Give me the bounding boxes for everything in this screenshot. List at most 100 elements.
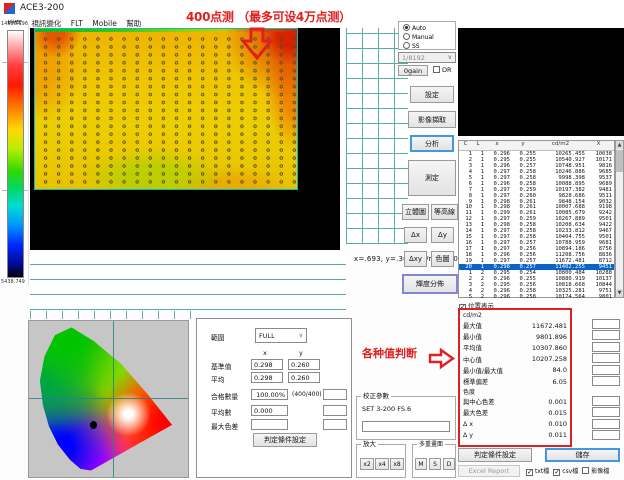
measurement-table[interactable]: C L x y cd/m2 X 110.2960.25510265.455100… xyxy=(458,140,615,298)
avgnum-judge-box xyxy=(323,405,347,416)
menu-mobile[interactable]: Mobile xyxy=(92,19,117,28)
radio-manual[interactable]: Manual xyxy=(403,33,455,42)
measure-button[interactable]: 測定 xyxy=(408,160,456,196)
judge-result-box xyxy=(592,330,620,340)
calibration-title: 校正參數 xyxy=(361,393,391,400)
radio-manual-icon[interactable] xyxy=(403,33,410,40)
results-panel: cd/m2 最大值11672.481 最小值9801.896 平均值10307.… xyxy=(458,308,572,447)
delta-x-label: Δ x xyxy=(463,421,473,428)
range-panel: 範圍 FULL∨ x y 基準值 0.298 0.260 平均 0.298 0.… xyxy=(196,318,352,478)
app-icon xyxy=(4,3,15,14)
image-capture-button[interactable]: 影像擷取 xyxy=(408,111,456,128)
luminance-distribution-button[interactable]: 輝度分佈 xyxy=(402,274,458,294)
scroll-up-icon[interactable]: ▲ xyxy=(616,141,623,149)
zoom-x4-button[interactable]: x4 xyxy=(375,458,389,470)
col-y: y xyxy=(510,141,536,150)
table-scrollbar[interactable]: ▲ ▼ xyxy=(615,140,624,298)
table-cell: 5 xyxy=(459,294,472,300)
multi-m-button[interactable]: M xyxy=(415,458,427,470)
delta-y-value: 0.011 xyxy=(548,431,567,439)
analyze-button[interactable]: 分析 xyxy=(410,135,454,152)
maxdiff-label: 最大色差 xyxy=(211,421,238,431)
delta-xy-button[interactable]: Δxy xyxy=(404,251,427,267)
judge-condition-button[interactable]: 判定條件設定 xyxy=(458,448,532,462)
image-file-checkbox[interactable]: 影像檔 xyxy=(582,466,609,476)
scale-max-value: 14536.196 xyxy=(1,21,28,27)
radio-auto-icon[interactable] xyxy=(403,24,410,31)
radio-ss-icon[interactable] xyxy=(403,42,410,49)
max-cdiff-label: 最大色差 xyxy=(463,408,488,417)
luminance-section-label: cd/m2 xyxy=(463,311,567,320)
excel-report-button: Excel Report xyxy=(458,465,520,477)
settings-button[interactable]: 設定 xyxy=(410,86,454,103)
average-y-field[interactable]: 0.260 xyxy=(288,372,320,383)
calibration-preset: SET 3-200 FS.6 xyxy=(362,405,411,413)
table-cell: 0.296 xyxy=(484,294,510,300)
menu-flt[interactable]: FLT xyxy=(71,19,83,28)
radio-auto-label: Auto xyxy=(412,25,426,32)
radio-auto[interactable]: Auto xyxy=(403,24,455,33)
reference-x-field[interactable]: 0.298 xyxy=(251,359,283,370)
magnify-group: 放大 x2 x4 x8 xyxy=(356,444,406,478)
chevron-down-icon: ∨ xyxy=(299,332,303,339)
col-l: L xyxy=(472,141,484,150)
col-x: x xyxy=(484,141,510,150)
scroll-down-icon[interactable]: ▼ xyxy=(616,289,623,297)
judge-box-stack-lum xyxy=(592,319,620,387)
txt-file-checkbox[interactable]: txt檔 xyxy=(526,466,549,476)
dr-checkbox-icon[interactable] xyxy=(433,66,440,73)
cie-horseshoe-diagram xyxy=(34,323,184,475)
judge-box-stack-chroma xyxy=(592,396,620,442)
camera-preview xyxy=(458,28,624,136)
table-header: C L x y cd/m2 X xyxy=(459,141,614,151)
range-select-value: FULL xyxy=(259,332,275,340)
pass-percent-field: 100.00% xyxy=(251,389,288,400)
measurement-table-body: 110.2960.25510265.45510038210.2950.25510… xyxy=(459,151,614,299)
reference-y-field[interactable]: 0.260 xyxy=(288,359,320,370)
multi-screen-title: 多重畫面 xyxy=(417,441,445,448)
save-button[interactable]: 儲存 xyxy=(545,448,620,462)
radio-ss[interactable]: SS xyxy=(403,42,455,51)
scrollbar-thumb[interactable] xyxy=(616,150,623,172)
calibration-field[interactable] xyxy=(362,421,450,432)
down-arrow-icon xyxy=(240,27,274,60)
txt-checkbox-icon[interactable] xyxy=(526,469,533,476)
judge-result-box xyxy=(592,353,620,363)
contour-button[interactable]: 等高線 xyxy=(431,204,458,220)
table-cell: 0.258 xyxy=(510,294,536,300)
maxdiff-field[interactable] xyxy=(251,419,288,430)
colormap-button[interactable]: 色圖 xyxy=(431,251,454,267)
judge-result-box xyxy=(592,319,620,329)
zero-gain-button[interactable]: 0gain xyxy=(398,65,428,76)
table-row[interactable]: 520.2960.25810174.5649801 xyxy=(459,294,614,300)
zoom-x8-button[interactable]: x8 xyxy=(390,458,404,470)
stddev-value: 6.05 xyxy=(553,378,567,386)
multi-s-button[interactable]: S xyxy=(429,458,441,470)
dr-checkbox[interactable]: DR xyxy=(433,66,452,74)
chevron-down-icon: ∨ xyxy=(448,54,452,61)
avg-label: 平均值 xyxy=(463,343,482,352)
stereo-view-button[interactable]: 立體圖 xyxy=(402,204,429,220)
avgnum-field[interactable]: 0.000 xyxy=(251,405,288,416)
cie-chromaticity-panel xyxy=(28,320,189,478)
col-c: C xyxy=(459,141,472,150)
csv-file-checkbox[interactable]: csv檔 xyxy=(553,466,578,476)
maxdiff-judge-box xyxy=(323,419,347,430)
multi-d-button[interactable]: D xyxy=(443,458,455,470)
delta-x-button[interactable]: Δx xyxy=(404,227,427,243)
zoom-x2-button[interactable]: x2 xyxy=(360,458,374,470)
table-cell: 9801 xyxy=(585,294,613,300)
range-judge-condition-button[interactable]: 判定條件設定 xyxy=(253,433,317,447)
image-checkbox-icon[interactable] xyxy=(582,467,589,474)
judge-result-box xyxy=(592,376,620,386)
csv-checkbox-icon[interactable] xyxy=(553,469,560,476)
graph-grid-ticks xyxy=(30,311,192,319)
delta-y-button[interactable]: Δy xyxy=(431,227,454,243)
image-label: 影像檔 xyxy=(591,468,609,475)
range-select[interactable]: FULL ∨ xyxy=(255,328,307,343)
exposure-mode-group: Auto Manual SS xyxy=(398,21,456,50)
minmax-ratio-label: 最小值/最大值 xyxy=(463,366,503,375)
average-x-field[interactable]: 0.298 xyxy=(251,372,283,383)
avg-value: 10307.860 xyxy=(532,344,567,352)
txt-label: txt檔 xyxy=(535,468,549,475)
